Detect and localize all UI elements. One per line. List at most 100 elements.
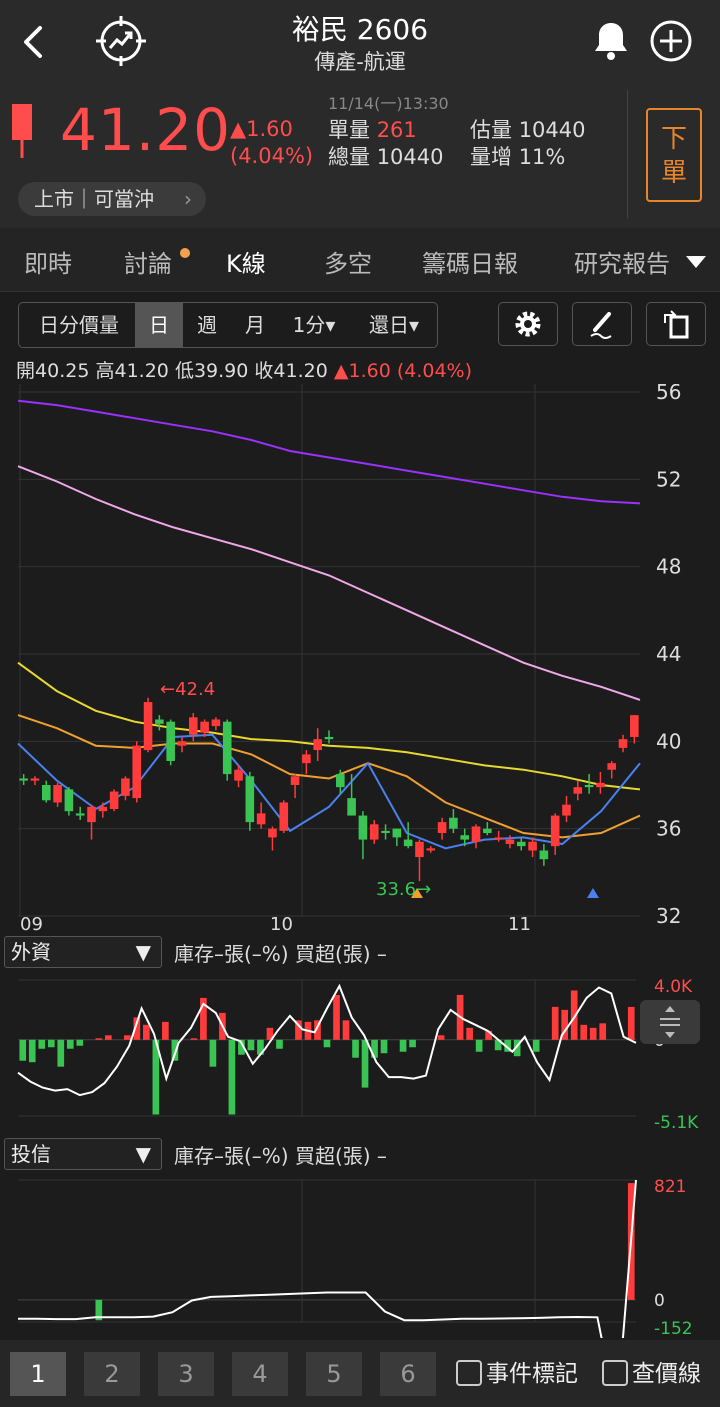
foreign-investor-chart[interactable]: 4.0K0-5.1K [0,972,720,1132]
y-tick-label: 32 [656,904,681,928]
net-buy-bar [76,1039,84,1046]
market-status-label: 上市｜可當沖 [34,187,154,211]
y-max-label: 821 [654,1177,686,1197]
candle-body [539,850,549,860]
net-buy-bar [627,1006,635,1040]
y-tick-label: 36 [656,817,681,841]
candle-body [75,813,85,816]
toolbar-minute-select[interactable]: 1分▾ [283,303,345,347]
rotate-screen-icon [664,310,689,339]
add-watchlist-icon[interactable] [648,18,694,64]
candle-body [98,806,108,812]
order-button[interactable]: 下 單 [646,108,702,202]
candle-body [53,785,62,803]
net-buy-bar [209,1039,217,1067]
net-buy-bar [589,1027,597,1040]
candle-body [188,717,198,735]
checkbox-icon [456,1360,482,1386]
candle-body [528,841,537,851]
pen-icon [590,312,612,339]
rotate-button[interactable] [646,302,706,346]
gear-icon [515,311,541,337]
market-status-pill[interactable]: 上市｜可當沖 › [18,182,206,216]
candle-body [87,806,96,823]
candle-body [358,815,368,840]
candle-body [302,754,311,764]
chevron-right-icon: › [184,187,192,211]
toolbar-day[interactable]: 日 [135,303,183,347]
page-3-button[interactable]: 3 [158,1352,214,1396]
page-5-button[interactable]: 5 [306,1352,362,1396]
quote-timestamp: 11/14(一)13:30 [328,94,449,113]
candle-body [516,841,526,847]
volume-increase-label: 量增 [470,145,512,169]
candle-body [109,791,119,810]
candle-body [256,813,266,825]
toolbar-month[interactable]: 月 [233,303,277,347]
candle-body [494,837,503,840]
trend-target-icon[interactable] [94,14,148,68]
estimated-volume-label: 估量 [470,118,512,142]
price-line-label: 查價線 [632,1361,701,1387]
page-1-button[interactable]: 1 [10,1352,66,1396]
tab-chip-report[interactable]: 籌碼日報 [422,244,518,279]
estimated-volume-value: 10440 [518,118,586,142]
last-price: 41.20 [60,96,232,164]
draw-button[interactable] [572,302,632,346]
close-change: ▲1.60 (4.04%) [333,360,473,382]
price-line-checkbox[interactable]: 查價線 [602,1354,701,1388]
candle-body [392,828,402,838]
net-buy-bar [532,1039,540,1052]
tab-discussion[interactable]: 討論 [124,244,172,279]
moving-average-line [17,661,641,791]
net-buy-bar [124,1035,131,1040]
resize-handle[interactable] [640,1000,700,1044]
net-buy-bar [342,1020,350,1040]
candle-body [324,736,334,740]
volume-increase: 量增 11% [470,141,565,171]
stock-title: 裕民 2606 [291,13,429,46]
indicator-select-1[interactable]: 外資 ▼ [4,936,162,968]
unit-volume-label: 單量 [328,118,370,142]
toolbar-week[interactable]: 週 [185,303,229,347]
page-4-button[interactable]: 4 [232,1352,288,1396]
net-buy-bar [28,1039,36,1063]
price-change-value: ▲1.60 [230,117,293,141]
net-buy-bar [580,1024,588,1040]
net-buy-bar [190,1038,198,1040]
y-tick-label: 40 [656,729,681,753]
estimated-volume: 估量 10440 [470,114,586,144]
low-annotation: 33.6→ [376,879,431,900]
candle-body [584,785,594,788]
settings-button[interactable] [498,302,558,346]
candle-body [607,763,617,770]
tab-long-short[interactable]: 多空 [324,244,372,279]
candle-body [596,782,605,788]
net-buy-bar [247,1039,255,1051]
candle-body [460,835,470,840]
close-value: 41.20 [273,360,328,382]
tab-research[interactable]: 研究報告 [574,244,670,279]
close-label: 收 [254,360,274,382]
bell-icon[interactable] [588,18,634,64]
indicator-select-2[interactable]: 投信 ▼ [4,1138,162,1170]
net-buy-bar [352,1039,359,1058]
header-divider [627,90,628,218]
candle-body [313,739,322,751]
high-label: 高 [95,360,115,382]
toolbar-daily-volume[interactable]: 日分價量 [23,303,135,347]
event-mark-checkbox[interactable]: 事件標記 [456,1354,578,1388]
back-arrow-icon[interactable] [14,22,54,62]
price-change-percent: (4.04%) [230,144,314,168]
page-2-button[interactable]: 2 [84,1352,140,1396]
investment-trust-chart[interactable]: 821 0 -152 [0,1172,720,1338]
tab-bar: 即時 討論 K線 多空 籌碼日報 研究報告 [0,228,720,292]
toolbar-restore-select[interactable]: 還日▾ [355,303,433,347]
page-6-button[interactable]: 6 [380,1352,436,1396]
unit-volume-value: 261 [376,118,417,142]
kline-chart[interactable]: 56 52 48 44 40 36 32 09 10 11 ←42.4 33.6→ [0,384,720,934]
tab-more[interactable] [672,232,720,290]
tab-realtime[interactable]: 即時 [24,244,72,279]
tab-kline[interactable]: K線 [226,244,266,279]
candle-body [336,774,345,788]
